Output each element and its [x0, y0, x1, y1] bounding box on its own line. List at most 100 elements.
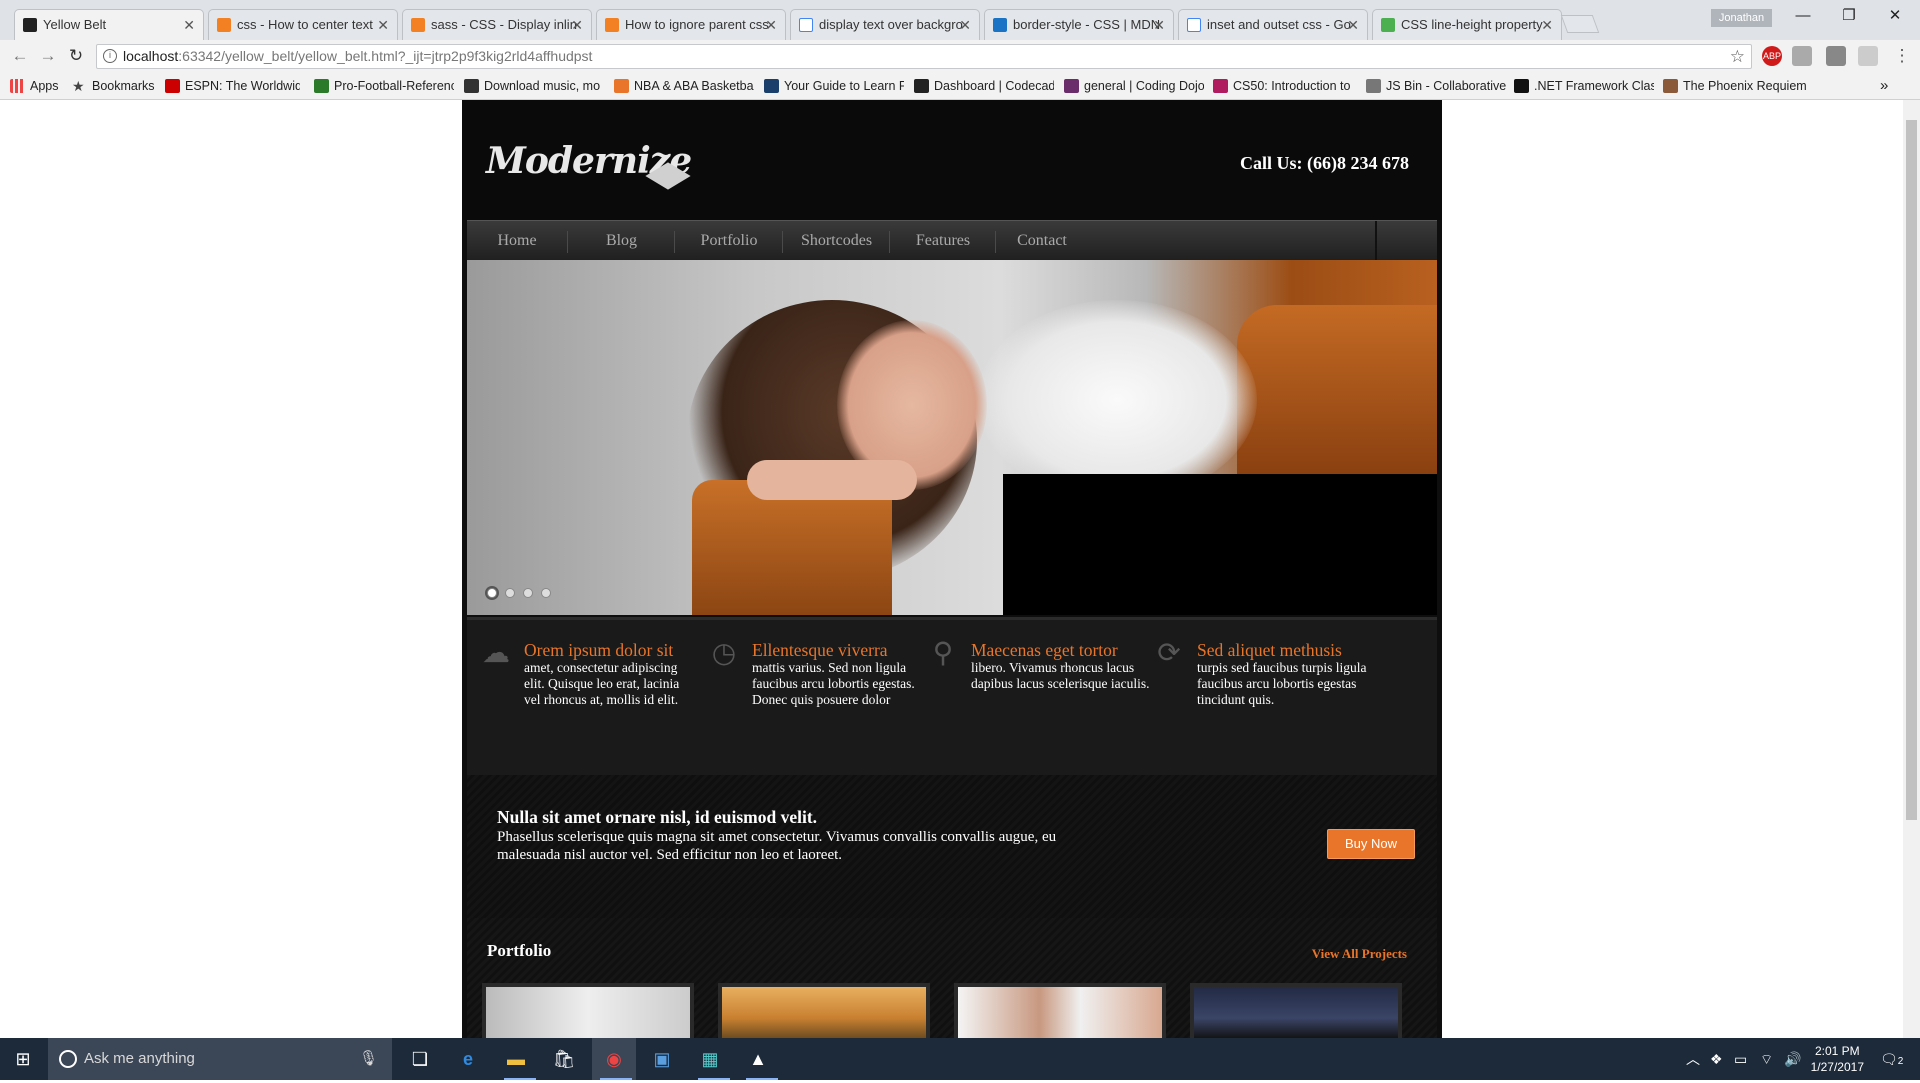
tab-css-center-text[interactable]: css - How to center text ✕: [208, 9, 398, 40]
page-viewport: Modernize Call Us: (66)8 234 678 Home Bl…: [0, 100, 1920, 1038]
close-tab-icon[interactable]: ✕: [571, 10, 583, 40]
bookmark-pro-football[interactable]: Pro-Football-Referenc: [314, 76, 454, 96]
close-tab-icon[interactable]: ✕: [1541, 10, 1553, 40]
promo-banner: Nulla sit amet ornare nisl, id euismod v…: [467, 775, 1437, 918]
tools-extension-icon[interactable]: [1826, 46, 1846, 66]
photos-icon[interactable]: ▲: [738, 1038, 778, 1080]
feature-title[interactable]: Maecenas eget tortor: [971, 640, 1171, 660]
cortana-search[interactable]: Ask me anything 🎙: [48, 1038, 392, 1080]
tab-strip: Yellow Belt ✕ css - How to center text ✕…: [0, 0, 1920, 40]
clock[interactable]: 2:01 PM 1/27/2017: [1811, 1043, 1864, 1075]
close-tab-icon[interactable]: ✕: [1347, 10, 1359, 40]
football-icon: [314, 79, 329, 93]
forward-icon[interactable]: →: [36, 45, 60, 67]
stackoverflow-icon: [217, 18, 231, 32]
feature-title[interactable]: Sed aliquet methusis: [1197, 640, 1397, 660]
extension-icon[interactable]: [1792, 46, 1812, 66]
nav-divider: [995, 231, 996, 253]
battery-icon[interactable]: ▭: [1734, 1038, 1747, 1080]
nav-home[interactable]: Home: [467, 221, 567, 261]
tab-sass-display[interactable]: sass - CSS - Display inlin ✕: [402, 9, 592, 40]
nav-contact[interactable]: Contact: [997, 221, 1087, 261]
slider-dot[interactable]: [487, 588, 497, 598]
app-window-icon[interactable]: ▣: [642, 1038, 682, 1080]
w3schools-icon: [1381, 18, 1395, 32]
feature-title[interactable]: Ellentesque viverra: [752, 640, 952, 660]
back-icon[interactable]: ←: [8, 45, 32, 67]
portfolio-thumb[interactable]: [482, 983, 694, 1038]
windows-start-icon[interactable]: ⊞: [0, 1038, 46, 1080]
view-all-projects-link[interactable]: View All Projects: [1312, 946, 1407, 962]
microphone-icon[interactable]: 🎙: [359, 1038, 378, 1080]
nav-blog[interactable]: Blog: [569, 221, 674, 261]
restore-icon[interactable]: ❐: [1826, 0, 1872, 32]
bookmark-guide[interactable]: Your Guide to Learn P: [764, 76, 904, 96]
portfolio-thumb[interactable]: [1190, 983, 1402, 1038]
chrome-icon[interactable]: ◉: [592, 1038, 636, 1080]
tab-yellow-belt[interactable]: Yellow Belt ✕: [14, 9, 204, 40]
tab-display-text[interactable]: display text over backgro ✕: [790, 9, 980, 40]
volume-icon[interactable]: 🔊: [1784, 1038, 1801, 1080]
slider-dot[interactable]: [523, 588, 533, 598]
slider-dots: [487, 585, 559, 603]
close-window-icon[interactable]: ✕: [1872, 0, 1918, 32]
close-tab-icon[interactable]: ✕: [959, 10, 971, 40]
menu-icon[interactable]: ⋮: [1890, 45, 1914, 67]
dropbox-icon[interactable]: ❖: [1710, 1038, 1723, 1080]
feature-title[interactable]: Orem ipsum dolor sit: [524, 640, 724, 660]
bookmark-apps[interactable]: Apps: [10, 76, 70, 96]
nav-shortcodes[interactable]: Shortcodes: [784, 221, 889, 261]
bookmark-dotnet[interactable]: .NET Framework Class: [1514, 76, 1654, 96]
adblock-icon[interactable]: ABP: [1762, 46, 1782, 66]
bookmark-phoenix-requiem[interactable]: The Phoenix Requiem: [1663, 76, 1813, 96]
page-scrollbar[interactable]: [1903, 100, 1920, 1038]
task-view-icon[interactable]: ❏: [400, 1038, 440, 1080]
extension-icon[interactable]: [1858, 46, 1878, 66]
map-pin-icon: ⚲: [932, 637, 954, 668]
nav-features[interactable]: Features: [891, 221, 995, 261]
slider-dot[interactable]: [505, 588, 515, 598]
tab-ignore-parent[interactable]: How to ignore parent css ✕: [596, 9, 786, 40]
notifications-icon[interactable]: 🗨2: [1880, 1038, 1903, 1080]
profile-badge[interactable]: Jonathan: [1711, 9, 1772, 27]
buy-now-button[interactable]: Buy Now: [1327, 829, 1415, 859]
hero-slider[interactable]: [467, 260, 1437, 615]
reload-icon[interactable]: ↻: [64, 45, 88, 67]
bookmark-coding-dojo[interactable]: general | Coding Dojo: [1064, 76, 1204, 96]
info-icon[interactable]: i: [103, 49, 117, 63]
edge-icon[interactable]: e: [448, 1038, 488, 1080]
portfolio-thumb[interactable]: [718, 983, 930, 1038]
bookmark-jsbin[interactable]: JS Bin - Collaborative: [1366, 76, 1506, 96]
bookmarks-overflow-icon[interactable]: »: [1880, 76, 1900, 96]
minimize-icon[interactable]: —: [1780, 0, 1826, 32]
show-hidden-icons[interactable]: ︿: [1686, 1038, 1700, 1080]
slider-dot[interactable]: [541, 588, 551, 598]
bookmark-cs50[interactable]: CS50: Introduction to: [1213, 76, 1351, 96]
site-container: Modernize Call Us: (66)8 234 678 Home Bl…: [462, 100, 1442, 1038]
store-icon[interactable]: 🛍: [544, 1038, 584, 1080]
wifi-icon[interactable]: ⌔: [1760, 1038, 1773, 1080]
new-tab-button[interactable]: [1560, 15, 1600, 33]
bookmark-codecademy[interactable]: Dashboard | Codecad: [914, 76, 1054, 96]
bookmark-label: The Phoenix Requiem: [1683, 79, 1807, 93]
tab-inset-outset[interactable]: inset and outset css - Go ✕: [1178, 9, 1368, 40]
address-bar[interactable]: i localhost:63342/yellow_belt/yellow_bel…: [96, 44, 1752, 69]
bookmark-nba[interactable]: NBA & ABA Basketba: [614, 76, 754, 96]
close-tab-icon[interactable]: ✕: [183, 10, 195, 40]
cortana-icon: [59, 1050, 77, 1068]
bookmark-espn[interactable]: ESPN: The Worldwide: [165, 76, 300, 96]
tab-title: display text over backgro: [819, 17, 963, 32]
scrollbar-thumb[interactable]: [1906, 120, 1917, 820]
bookmark-bookmarks[interactable]: ★ Bookmarks: [72, 76, 160, 96]
tab-border-style[interactable]: border-style - CSS | MDN ✕: [984, 9, 1174, 40]
close-tab-icon[interactable]: ✕: [765, 10, 777, 40]
bookmark-download-music[interactable]: Download music, mo: [464, 76, 604, 96]
bookmark-star-icon[interactable]: ☆: [1730, 45, 1745, 68]
close-tab-icon[interactable]: ✕: [377, 10, 389, 40]
nav-portfolio[interactable]: Portfolio: [676, 221, 782, 261]
webstorm-icon[interactable]: ▦: [690, 1038, 730, 1080]
file-explorer-icon[interactable]: ▬: [496, 1038, 536, 1080]
portfolio-thumb[interactable]: [954, 983, 1166, 1038]
close-tab-icon[interactable]: ✕: [1153, 10, 1165, 40]
tab-line-height[interactable]: CSS line-height property ✕: [1372, 9, 1562, 40]
